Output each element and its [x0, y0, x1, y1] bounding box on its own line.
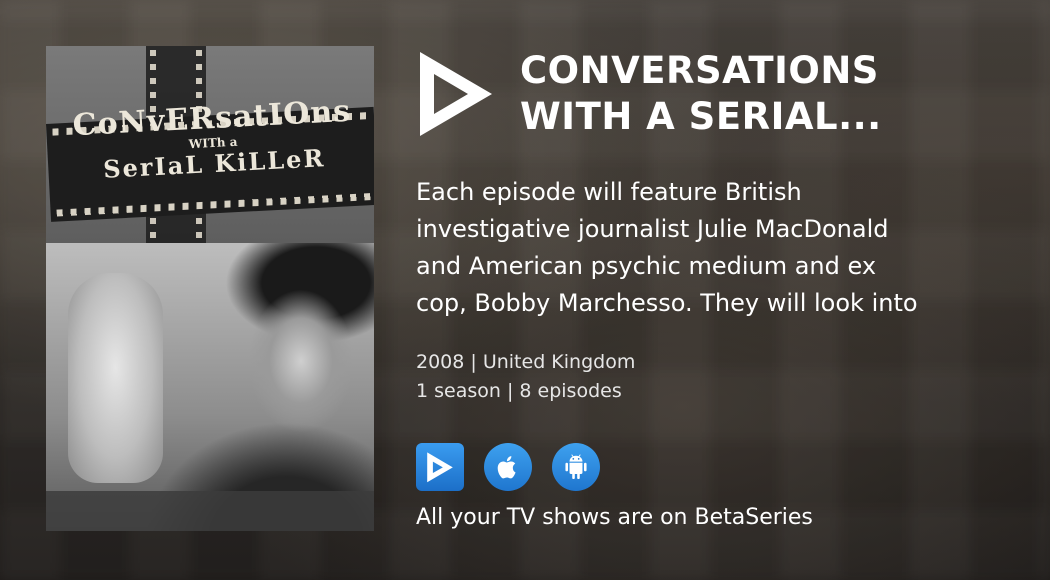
show-meta: 2008 | United Kingdom 1 season | 8 episo…: [416, 348, 635, 406]
show-title: CONVERSATIONS WITH A SERIAL...: [520, 48, 1020, 140]
raised-hand: [68, 273, 163, 483]
show-description: Each episode will feature British invest…: [416, 174, 976, 322]
description-line: investigative journalist Julie MacDonald: [416, 215, 889, 243]
film-perforations: [56, 193, 373, 217]
apple-icon: [497, 456, 516, 479]
description-line: cop, Bobby Marchesso. They will look int…: [416, 289, 918, 317]
show-poster: CoNvERsatIOns WITh a SerIaL KiLLeR: [46, 46, 374, 531]
description-line: and American psychic medium and ex: [416, 252, 877, 280]
seasons-episodes: 1 season | 8 episodes: [416, 380, 622, 402]
google-play-button[interactable]: [552, 443, 600, 491]
android-icon: [565, 454, 587, 480]
store-buttons: [416, 443, 600, 491]
description-line: Each episode will feature British: [416, 178, 802, 206]
footer-tagline: All your TV shows are on BetaSeries: [416, 505, 813, 530]
betaseries-icon: [427, 452, 453, 483]
poster-photo: [46, 243, 374, 531]
show-title-line: WITH A SERIAL...: [520, 95, 882, 138]
betaseries-logo-icon: [416, 48, 496, 138]
poster-header: CoNvERsatIOns WITh a SerIaL KiLLeR: [46, 46, 374, 243]
betaseries-app-button[interactable]: [416, 443, 464, 491]
show-title-line: CONVERSATIONS: [520, 49, 879, 92]
poster-bottom-bar: [46, 491, 374, 531]
year-country: 2008 | United Kingdom: [416, 351, 636, 373]
poster-title: CoNvERsatIOns WITh a SerIaL KiLLeR: [52, 94, 373, 185]
app-store-button[interactable]: [484, 443, 532, 491]
